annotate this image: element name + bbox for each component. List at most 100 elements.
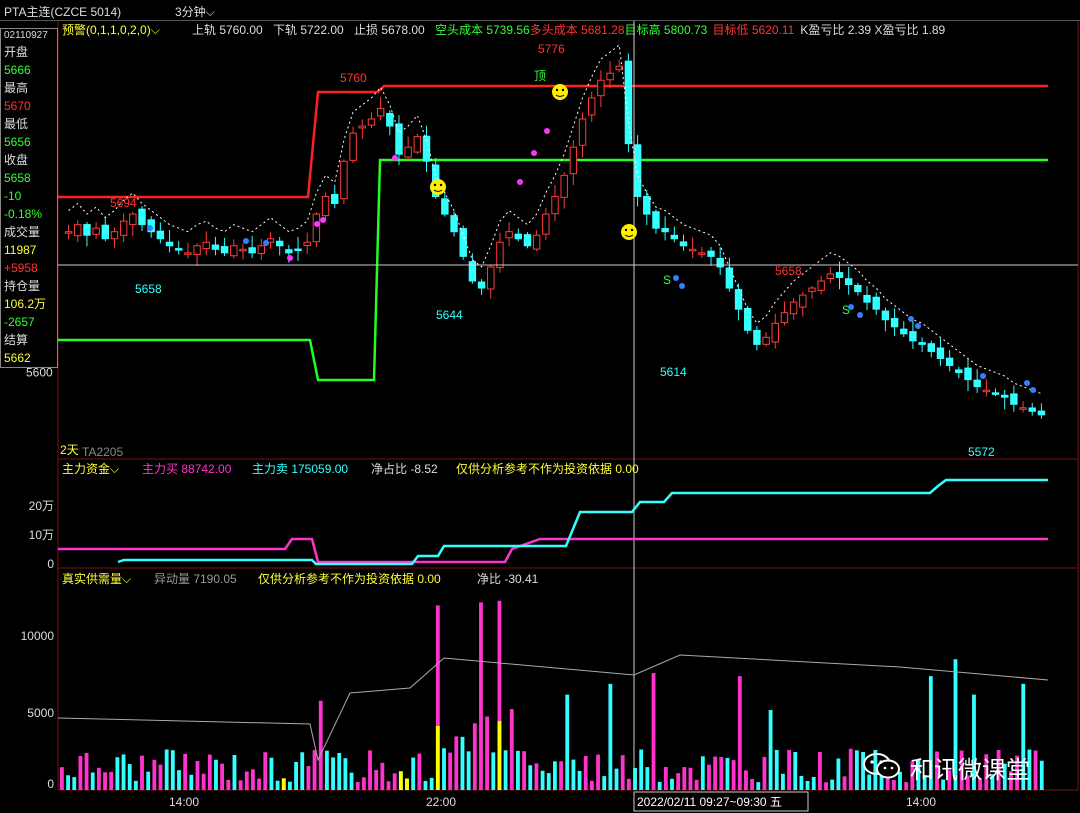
contract-title[interactable]: PTA主连(CZCE 5014) — [4, 3, 121, 20]
candle-body — [606, 72, 614, 81]
candle-body — [707, 250, 715, 257]
candle-body — [945, 357, 954, 367]
volume-bar — [170, 750, 175, 790]
volume-bar — [540, 770, 545, 790]
indicator-item-3: 空头成本 5739.56 — [435, 23, 530, 37]
volume-bar — [288, 781, 292, 790]
capital-sell-line — [117, 478, 1048, 566]
volume-bar — [528, 765, 533, 790]
candle-body — [679, 241, 688, 247]
volume-average-line — [57, 654, 1049, 762]
volume-bar — [737, 676, 742, 790]
candle-body — [257, 245, 266, 254]
trough-label: 5658 — [135, 282, 162, 296]
candle-body — [551, 195, 559, 215]
candle-body — [441, 198, 449, 215]
capital-tick-label: 20万 — [29, 499, 54, 513]
candle-body — [826, 273, 835, 280]
volume-bar — [516, 750, 520, 790]
volume-bar — [263, 752, 268, 790]
candle-body — [688, 248, 697, 252]
low-value: 5656 — [4, 135, 31, 149]
candle-body — [991, 392, 1000, 395]
signal-dot — [314, 221, 320, 227]
candle-body — [964, 367, 972, 381]
period-selector[interactable]: 3分钟⌵ — [175, 3, 215, 20]
volume-bar-highlight — [398, 771, 403, 790]
volume-bar — [793, 752, 798, 790]
candle-body — [780, 312, 789, 324]
s-marker: S — [663, 273, 671, 287]
volume-bar-highlight — [435, 726, 440, 790]
candle-body — [762, 336, 770, 345]
volume-bar — [201, 773, 206, 790]
volume-bar — [589, 780, 594, 790]
candle-body — [643, 195, 651, 215]
chart-canvas[interactable]: 预警(0,1,1,0,2,0)⌵ 上轨 5760.00 下轨 5722.00 止损 5… — [0, 0, 1080, 813]
volume-bar — [220, 763, 225, 790]
candle-body — [560, 174, 568, 198]
volume-bar — [460, 736, 465, 790]
candle-body — [294, 248, 302, 252]
peak-label: 5658 — [775, 264, 802, 278]
indicator-item-1: 下轨 5722.00 — [273, 23, 344, 37]
candle-body — [844, 278, 853, 286]
volume-bar — [96, 767, 101, 790]
trough-label: 5644 — [436, 308, 463, 322]
candle-body — [175, 248, 183, 251]
volume-tick-label: 5000 — [27, 706, 54, 720]
wechat-icon — [863, 753, 900, 779]
candle-body — [156, 230, 165, 240]
oi-value: 106.2万 — [4, 297, 47, 311]
candle-body — [193, 245, 201, 255]
signal-dot — [517, 179, 523, 185]
time-tick-label: 14:00 — [169, 795, 199, 809]
volume-bar — [349, 772, 354, 790]
volume-bar — [485, 716, 490, 790]
volume-bar — [423, 780, 428, 790]
volume-bar — [429, 777, 434, 790]
candle-body — [771, 322, 779, 343]
high-value: 5670 — [4, 99, 31, 113]
signal-dot — [908, 316, 914, 322]
volume-bar — [331, 757, 335, 790]
signal-dot — [531, 150, 537, 156]
volume-bar — [312, 750, 317, 790]
volume-bar — [232, 754, 237, 790]
candle-body — [487, 266, 495, 290]
volume-bar — [343, 758, 348, 790]
oi-change-value: -2657 — [4, 315, 35, 329]
volume-bar — [626, 778, 631, 790]
candle-body — [349, 132, 357, 161]
volume-bar — [238, 780, 243, 790]
candle-body — [138, 208, 146, 226]
signal-dot — [392, 155, 398, 161]
candle-body — [496, 241, 504, 268]
volume-bar-highlight — [405, 778, 409, 790]
volume-bar — [454, 736, 459, 790]
volume-bar — [651, 673, 656, 790]
volume-bar — [1039, 760, 1044, 790]
indicator-item-2: 止损 5678.00 — [354, 23, 425, 37]
volume-bar — [195, 761, 200, 790]
volume-bar — [78, 756, 83, 790]
volume-bar — [251, 769, 255, 790]
candle-body — [165, 241, 174, 247]
capital-indicator-name: 主力资金⌵ — [62, 461, 119, 476]
volume-bar — [84, 752, 89, 790]
volume-bar — [214, 759, 218, 790]
volume-bar — [121, 754, 126, 790]
signal-dot — [1030, 387, 1036, 393]
volume-bar — [417, 753, 422, 790]
signal-dot — [243, 238, 249, 244]
candle-body — [633, 144, 642, 197]
volume-bar — [60, 767, 64, 790]
candle-body — [220, 246, 229, 254]
candle-body — [1010, 393, 1018, 405]
candle-body — [569, 146, 578, 175]
time-tick-label: 22:00 — [426, 795, 456, 809]
volume-bar — [553, 761, 557, 790]
volume-bar — [146, 771, 151, 790]
smiley-icon — [630, 228, 634, 232]
candle-body — [386, 112, 394, 127]
